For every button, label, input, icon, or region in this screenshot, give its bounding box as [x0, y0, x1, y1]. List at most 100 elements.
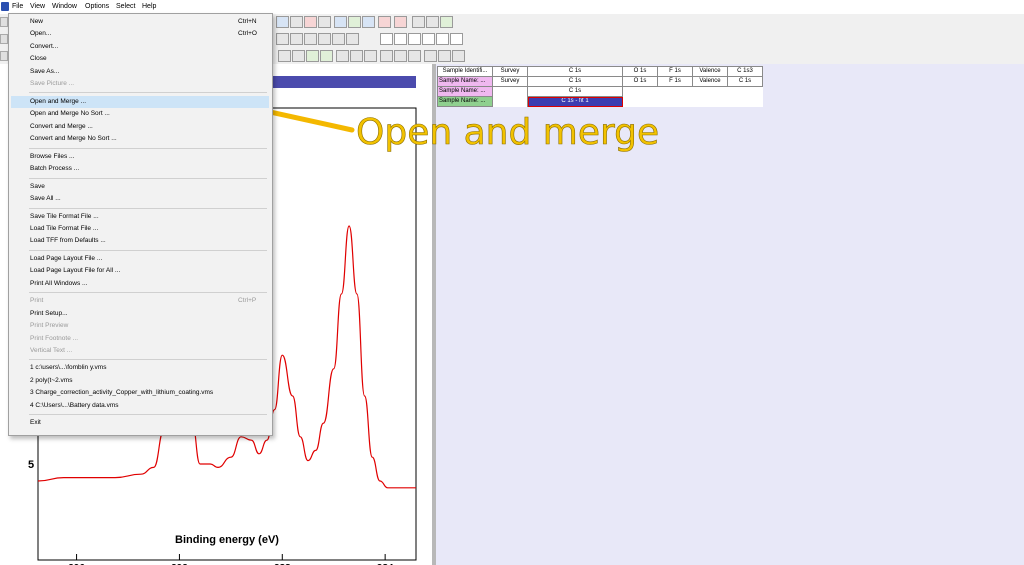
menu-help[interactable]: Help: [142, 3, 156, 10]
toolbar-button[interactable]: [394, 50, 407, 62]
table-cell[interactable]: [728, 97, 763, 107]
menu-item-convert-and-merge[interactable]: Convert and Merge ...: [30, 123, 93, 130]
menu-window[interactable]: Window: [52, 3, 77, 10]
toolbar-button[interactable]: [438, 50, 451, 62]
toolbar-button[interactable]: [276, 16, 289, 28]
menu-item-recent-file-1[interactable]: 1 c:\users\...\fomblin y.vms: [30, 364, 106, 371]
toolbar-button[interactable]: [334, 16, 347, 28]
toolbar-button[interactable]: [450, 33, 463, 45]
row-label-cell[interactable]: Sample Name: ...: [437, 76, 493, 87]
toolbar-button[interactable]: [350, 50, 363, 62]
table-cell[interactable]: [493, 87, 528, 97]
menu-item-open-and-merge-no-sort[interactable]: Open and Merge No Sort ...: [30, 110, 110, 117]
table-cell[interactable]: F 1s: [657, 76, 693, 87]
selected-cell[interactable]: C 1s - fit 1: [527, 96, 623, 107]
toolbar-button[interactable]: [440, 16, 453, 28]
table-cell[interactable]: [623, 97, 658, 107]
toolbar-button[interactable]: [290, 16, 303, 28]
table-cell[interactable]: [693, 87, 728, 97]
menu-item-recent-file-2[interactable]: 2 poly(t~2.vms: [30, 377, 72, 384]
table-cell[interactable]: [693, 97, 728, 107]
toolbar-button[interactable]: [348, 16, 361, 28]
toolbar-button[interactable]: [408, 33, 421, 45]
table-header-cell[interactable]: C 1s: [527, 66, 623, 77]
toolbar-button[interactable]: [332, 33, 345, 45]
toolbar-button[interactable]: [422, 33, 435, 45]
toolbar-button[interactable]: [380, 50, 393, 62]
menu-item-recent-file-3[interactable]: 3 Charge_correction_activity_Copper_with…: [30, 389, 213, 396]
toolbar-button[interactable]: [0, 17, 8, 27]
toolbar-button[interactable]: [380, 33, 393, 45]
table-cell[interactable]: C 1s: [727, 76, 763, 87]
menu-item-new[interactable]: New: [30, 18, 43, 25]
menu-item-load-tile-format[interactable]: Load Tile Format File ...: [30, 225, 98, 232]
toolbar-button[interactable]: [0, 51, 8, 61]
table-cell[interactable]: [493, 97, 528, 107]
menu-item-load-page-layout-all[interactable]: Load Page Layout File for All ...: [30, 267, 120, 274]
toolbar-button[interactable]: [304, 33, 317, 45]
table-header-cell[interactable]: Sample Identifi...: [437, 66, 493, 77]
table-cell[interactable]: O 1s: [622, 76, 658, 87]
table-header-cell[interactable]: F 1s: [657, 66, 693, 77]
menu-item-print-setup[interactable]: Print Setup...: [30, 310, 68, 317]
table-row[interactable]: Sample Name: ... C 1s: [437, 86, 763, 97]
toolbar-button[interactable]: [426, 16, 439, 28]
table-header-cell[interactable]: Survey: [492, 66, 528, 77]
table-cell[interactable]: C 1s: [527, 86, 623, 97]
menu-item-browse-files[interactable]: Browse Files ...: [30, 153, 74, 160]
menu-item-convert-and-merge-no-sort[interactable]: Convert and Merge No Sort ...: [30, 135, 117, 142]
toolbar-button[interactable]: [318, 33, 331, 45]
toolbar-button[interactable]: [394, 16, 407, 28]
toolbar-button[interactable]: [304, 16, 317, 28]
toolbar-button[interactable]: [0, 34, 8, 44]
table-header-cell[interactable]: Valence: [692, 66, 728, 77]
menu-item-print-all-windows[interactable]: Print All Windows ...: [30, 280, 87, 287]
toolbar-button[interactable]: [318, 16, 331, 28]
table-row[interactable]: Sample Name: ... C 1s - fit 1: [437, 96, 763, 107]
table-cell[interactable]: C 1s: [527, 76, 623, 87]
toolbar-button[interactable]: [292, 50, 305, 62]
toolbar-button[interactable]: [276, 33, 289, 45]
toolbar-button[interactable]: [408, 50, 421, 62]
toolbar-button[interactable]: [306, 50, 319, 62]
toolbar-button[interactable]: [290, 33, 303, 45]
menu-item-load-page-layout[interactable]: Load Page Layout File ...: [30, 255, 102, 262]
table-cell[interactable]: [658, 87, 693, 97]
menu-view[interactable]: View: [30, 3, 45, 10]
block-table[interactable]: Sample Identifi... Survey C 1s O 1s F 1s…: [437, 66, 763, 107]
menu-item-save-as[interactable]: Save As...: [30, 68, 59, 75]
menu-item-save-all[interactable]: Save All ...: [30, 195, 61, 202]
menu-item-save-tile-format[interactable]: Save Tile Format File ...: [30, 213, 99, 220]
menu-item-convert[interactable]: Convert...: [30, 43, 58, 50]
toolbar-button[interactable]: [346, 33, 359, 45]
table-row[interactable]: Sample Name: ... Survey C 1s O 1s F 1s V…: [437, 76, 763, 87]
menu-item-exit[interactable]: Exit: [30, 419, 41, 426]
toolbar-button[interactable]: [278, 50, 291, 62]
toolbar-button[interactable]: [394, 33, 407, 45]
toolbar-button[interactable]: [320, 50, 333, 62]
toolbar-button[interactable]: [436, 33, 449, 45]
toolbar-button[interactable]: [378, 16, 391, 28]
table-cell[interactable]: [623, 87, 658, 97]
toolbar-button[interactable]: [336, 50, 349, 62]
menu-item-save[interactable]: Save: [30, 183, 45, 190]
table-cell[interactable]: Survey: [492, 76, 528, 87]
menu-item-load-tff-defaults[interactable]: Load TFF from Defaults ...: [30, 237, 106, 244]
table-cell[interactable]: Valence: [692, 76, 728, 87]
file-menu-dropdown[interactable]: New Ctrl+N Open... Ctrl+O Convert... Clo…: [8, 13, 273, 436]
menu-file[interactable]: File: [12, 3, 23, 10]
table-header-cell[interactable]: O 1s: [622, 66, 658, 77]
table-cell[interactable]: [728, 87, 763, 97]
menu-options[interactable]: Options: [85, 3, 109, 10]
toolbar-button[interactable]: [364, 50, 377, 62]
menu-item-open[interactable]: Open...: [30, 30, 51, 37]
menu-item-close[interactable]: Close: [30, 55, 47, 62]
menu-select[interactable]: Select: [116, 3, 135, 10]
row-label-cell[interactable]: Sample Name: ...: [437, 96, 493, 107]
table-cell[interactable]: [658, 97, 693, 107]
toolbar-button[interactable]: [452, 50, 465, 62]
table-header-cell[interactable]: C 1s3: [727, 66, 763, 77]
menu-item-open-and-merge[interactable]: Open and Merge ...: [30, 98, 86, 105]
menu-item-batch-process[interactable]: Batch Process ...: [30, 165, 79, 172]
toolbar-button[interactable]: [362, 16, 375, 28]
